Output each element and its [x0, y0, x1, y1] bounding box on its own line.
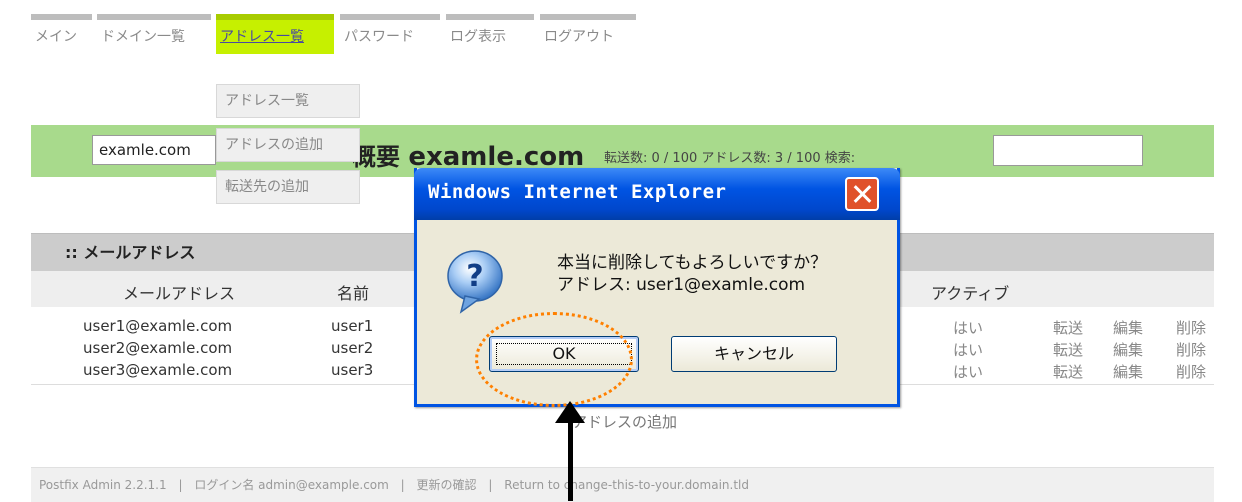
nav-main[interactable]: メイン: [31, 14, 92, 54]
dialog-titlebar[interactable]: Windows Internet Explorer: [414, 168, 900, 220]
row-edit-link[interactable]: 編集: [1113, 317, 1143, 338]
row-name: user1: [331, 317, 374, 335]
footer: Postfix Admin 2.2.1.1 | ログイン名 admin@exam…: [31, 467, 1214, 502]
row-delete-link[interactable]: 削除: [1176, 339, 1206, 360]
nav-logout-label: ログアウト: [544, 29, 614, 45]
row-forward-link[interactable]: 転送: [1053, 361, 1083, 382]
row-edit-link[interactable]: 編集: [1113, 361, 1143, 382]
domain-select[interactable]: examle.com: [92, 135, 216, 165]
submenu-add-forward[interactable]: 転送先の追加: [216, 170, 360, 204]
overview-heading: 概要 examle.com: [352, 137, 584, 172]
row-email: user1@examle.com: [83, 317, 233, 335]
col-email: メールアドレス: [123, 284, 236, 303]
nav-logout[interactable]: ログアウト: [540, 14, 636, 54]
row-delete-link[interactable]: 削除: [1176, 361, 1206, 382]
footer-separator: |: [178, 478, 183, 492]
row-active: はい: [953, 341, 984, 359]
svg-text:?: ?: [466, 259, 483, 294]
row-email: user2@examle.com: [83, 339, 233, 357]
annotation-circle: [475, 312, 633, 407]
nav-password[interactable]: パスワード: [340, 14, 440, 54]
col-name: 名前: [337, 284, 370, 303]
question-icon: ?: [447, 250, 503, 314]
row-edit-link[interactable]: 編集: [1113, 339, 1143, 360]
submenu-address-list[interactable]: アドレス一覧: [216, 84, 360, 118]
close-icon[interactable]: [845, 177, 879, 211]
nav-password-label: パスワード: [344, 29, 414, 45]
nav-domain-list-label: ドメイン一覧: [101, 29, 185, 45]
row-delete-link[interactable]: 削除: [1176, 317, 1206, 338]
col-active: アクティブ: [931, 284, 1010, 303]
dialog-message-line2: アドレス: user1@examle.com: [557, 275, 806, 295]
nav-main-label: メイン: [35, 29, 77, 45]
nav-domain-list[interactable]: ドメイン一覧: [97, 14, 211, 54]
row-name: user3: [331, 361, 374, 379]
dialog-message: 本当に削除してもよろしいですか？ アドレス: user1@examle.com: [557, 252, 827, 296]
cancel-button[interactable]: キャンセル: [671, 336, 837, 372]
search-input[interactable]: [993, 135, 1143, 166]
row-name: user2: [331, 339, 374, 357]
domain-stats: 転送数: 0 / 100 アドレス数: 3 / 100 検索:: [604, 151, 856, 166]
footer-login: ログイン名 admin@example.com: [194, 478, 389, 492]
row-active: はい: [953, 363, 984, 381]
nav-address-list-label: アドレス一覧: [220, 29, 304, 45]
add-address-link[interactable]: アドレスの追加: [572, 411, 677, 432]
dialog-message-line1: 本当に削除してもよろしいですか？: [557, 253, 828, 273]
footer-update-link[interactable]: 更新の確認: [417, 478, 477, 492]
nav-log-label: ログ表示: [450, 29, 506, 45]
nav-address-list[interactable]: アドレス一覧: [216, 14, 334, 54]
nav-log[interactable]: ログ表示: [446, 14, 534, 54]
footer-version: Postfix Admin 2.2.1.1: [39, 478, 167, 492]
row-forward-link[interactable]: 転送: [1053, 317, 1083, 338]
footer-separator: |: [488, 478, 493, 492]
submenu-add-address[interactable]: アドレスの追加: [216, 128, 360, 162]
row-active: はい: [953, 319, 984, 337]
dialog-title: Windows Internet Explorer: [428, 181, 727, 203]
footer-return-link[interactable]: Return to change-this-to-your.domain.tld: [504, 478, 749, 492]
row-email: user3@examle.com: [83, 361, 233, 379]
row-forward-link[interactable]: 転送: [1053, 339, 1083, 360]
footer-separator: |: [400, 478, 405, 492]
annotation-arrow: [568, 418, 573, 501]
cancel-button-label: キャンセル: [713, 344, 794, 363]
